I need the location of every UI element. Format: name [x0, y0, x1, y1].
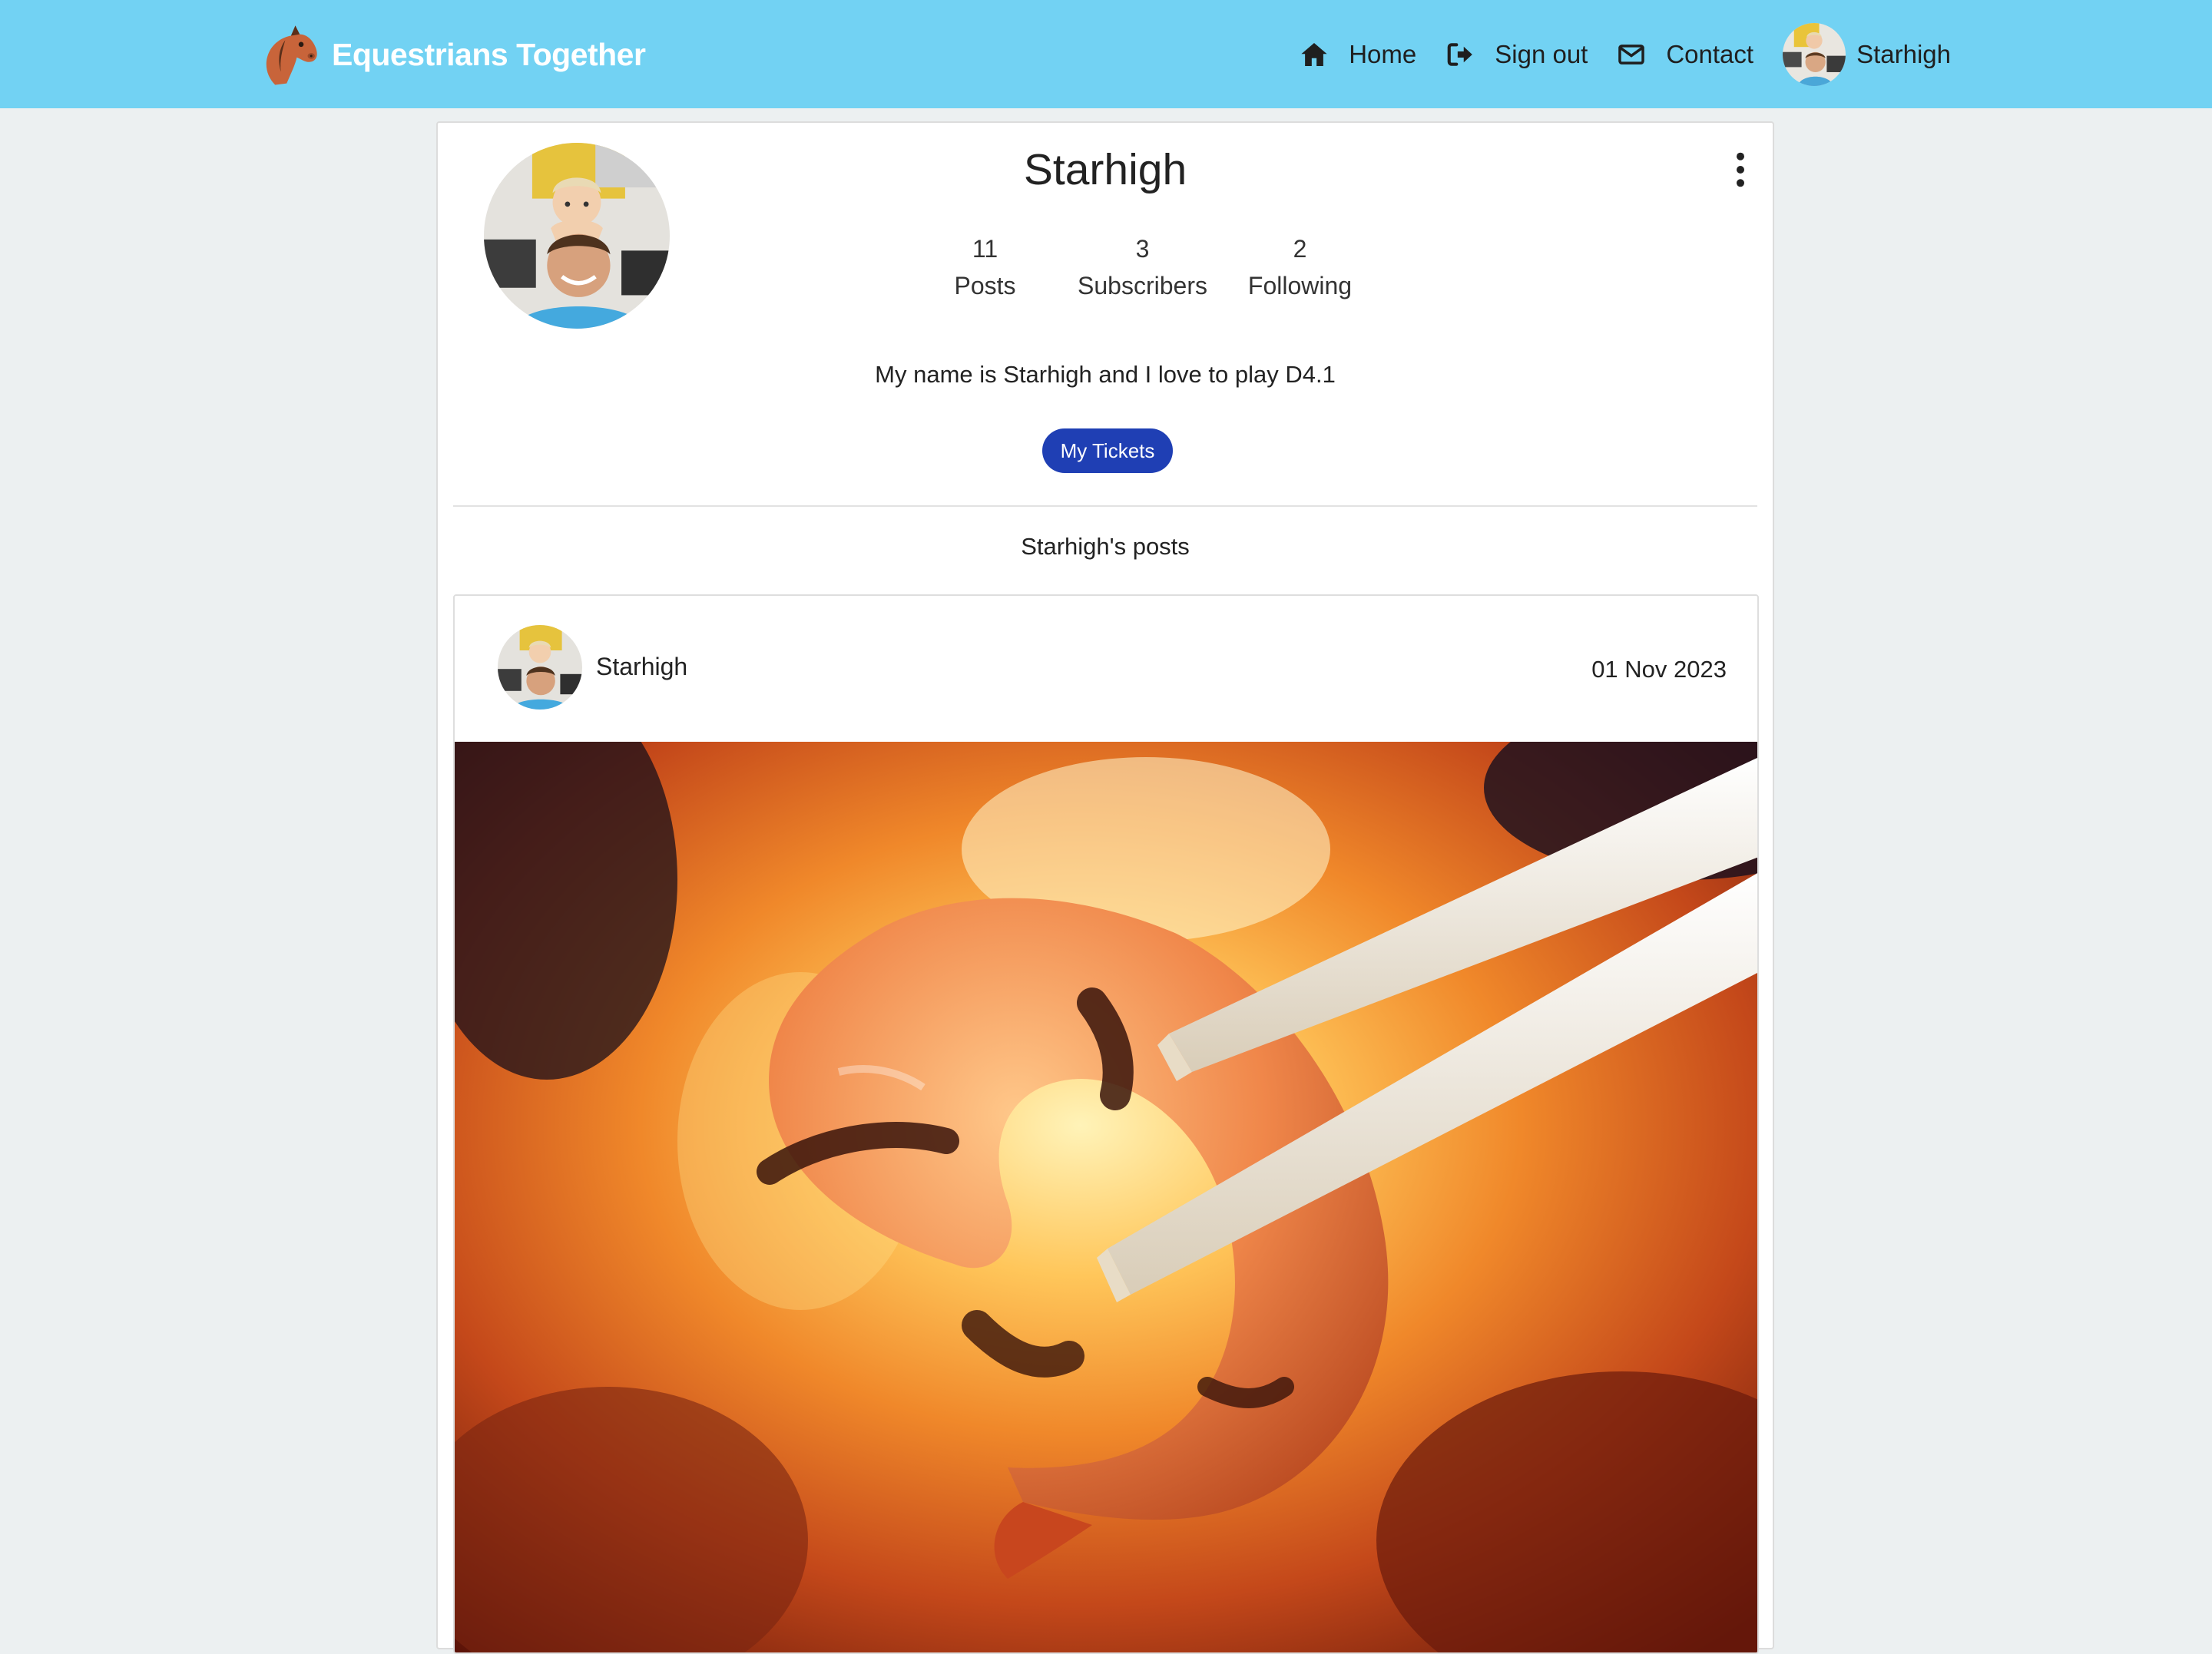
grilled-shrimp-photo — [455, 742, 1757, 1652]
stat-posts-label: Posts — [954, 272, 1016, 299]
post-date: 01 Nov 2023 — [1591, 656, 1727, 683]
top-navbar: Equestrians Together Home Sign out Conta… — [0, 0, 2212, 108]
post-author-avatar[interactable] — [498, 625, 582, 710]
post-author-name[interactable]: Starhigh — [596, 653, 687, 681]
post-card: Starhigh 01 Nov 2023 — [453, 594, 1759, 1654]
stat-following: 2 Following — [1221, 230, 1379, 304]
nav-contact-link[interactable]: Contact — [1617, 40, 1753, 69]
nav-user-link[interactable]: Starhigh — [1783, 23, 1951, 86]
my-tickets-button[interactable]: My Tickets — [1042, 428, 1173, 473]
post-header: Starhigh 01 Nov 2023 — [455, 596, 1757, 742]
profile-stats: 11 Posts 3 Subscribers 2 Following — [906, 230, 1379, 304]
brand-link[interactable]: Equestrians Together — [253, 18, 646, 91]
sign-out-icon — [1447, 43, 1473, 66]
profile-bio: My name is Starhigh and I love to play D… — [875, 361, 1336, 388]
nav-home-label: Home — [1349, 40, 1417, 68]
nav-sign-out-label: Sign out — [1495, 40, 1588, 68]
section-divider — [453, 505, 1757, 507]
more-vertical-icon[interactable] — [1731, 151, 1750, 189]
posts-heading: Starhigh's posts — [1021, 533, 1190, 560]
post-author-avatar-image — [498, 625, 582, 710]
envelope-icon — [1618, 45, 1645, 65]
nav-user-name: Starhigh — [1856, 40, 1951, 68]
stat-posts: 11 Posts — [906, 230, 1064, 304]
nav-contact-label: Contact — [1666, 40, 1754, 68]
nav-sign-out-link[interactable]: Sign out — [1445, 40, 1588, 69]
stat-subscribers: 3 Subscribers — [1064, 230, 1221, 304]
user-avatar — [1783, 23, 1846, 86]
profile-card: Starhigh 11 Posts 3 Subscribers 2 Follow… — [436, 121, 1774, 1654]
stat-posts-value: 11 — [972, 235, 998, 263]
nav-links: Home Sign out Contact Starhigh — [1270, 23, 1951, 86]
brand-title: Equestrians Together — [332, 36, 646, 72]
horse-head-icon — [266, 25, 317, 85]
stat-following-value: 2 — [1293, 235, 1307, 263]
home-icon — [1301, 42, 1327, 67]
nav-home-link[interactable]: Home — [1300, 40, 1416, 69]
stat-subscribers-value: 3 — [1135, 235, 1150, 263]
profile-name: Starhigh — [1023, 145, 1187, 194]
stat-subscribers-label: Subscribers — [1078, 272, 1207, 299]
post-image[interactable] — [455, 742, 1757, 1652]
stat-following-label: Following — [1247, 272, 1353, 299]
